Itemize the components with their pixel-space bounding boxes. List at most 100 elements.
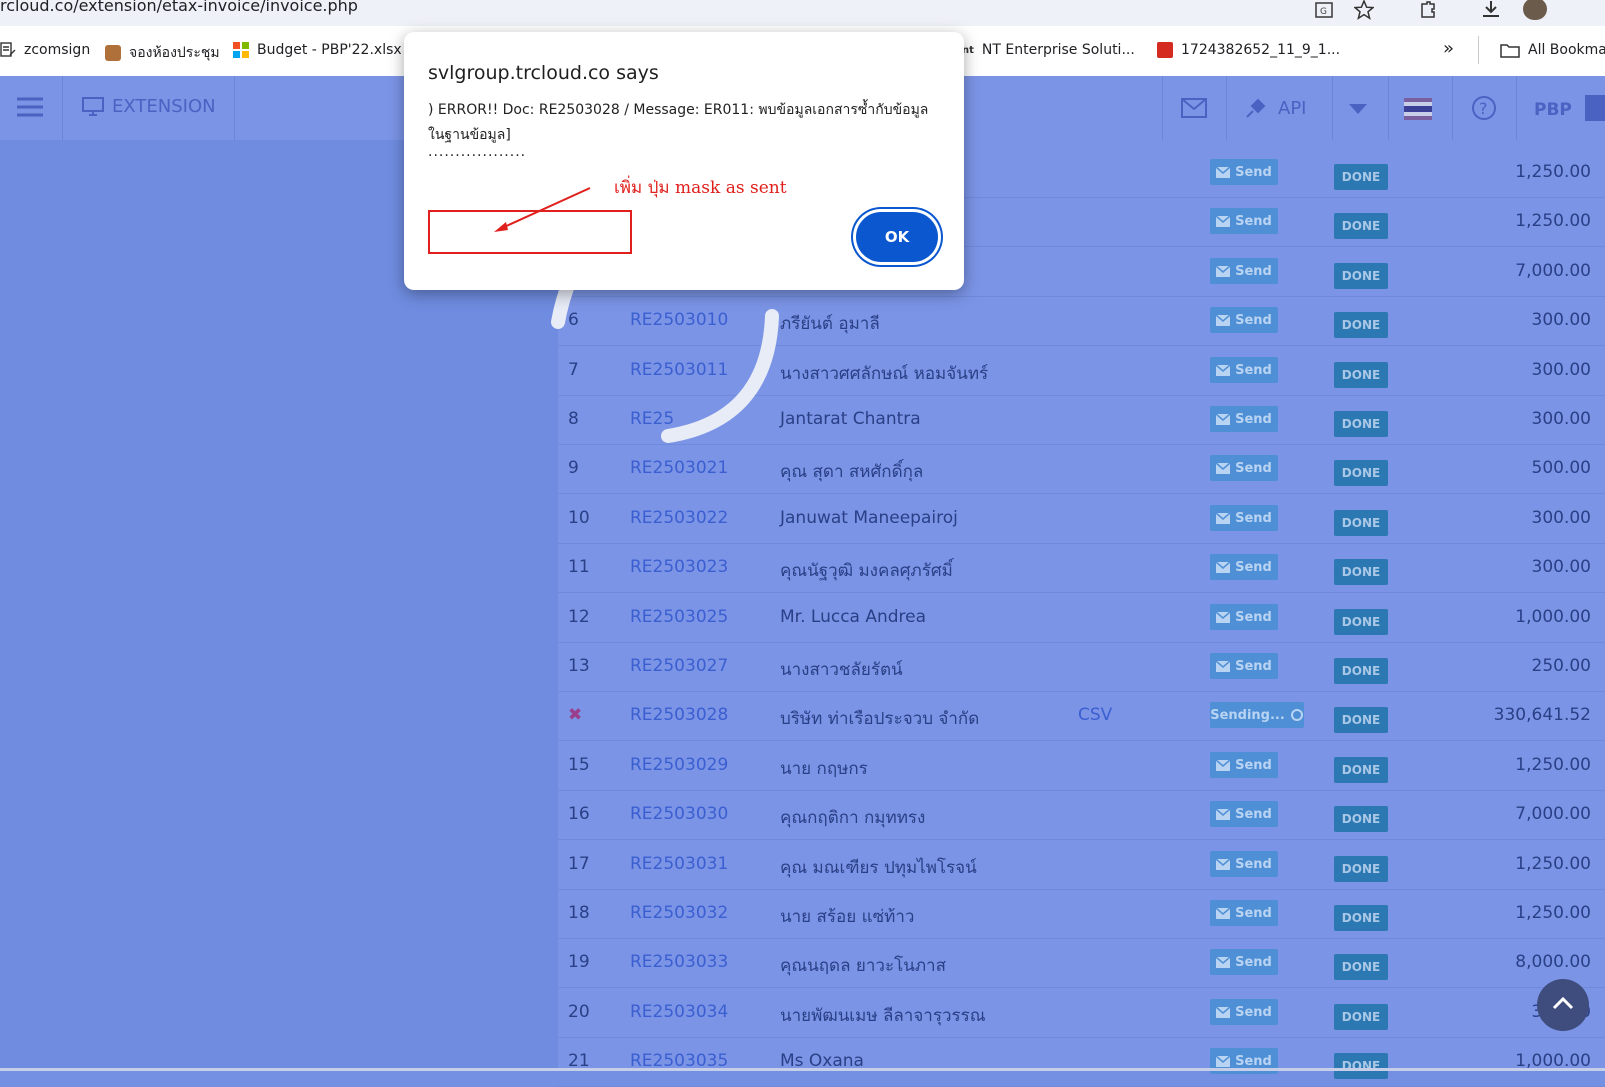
building-icon[interactable] xyxy=(1583,95,1605,121)
doc-number-link[interactable]: RE2503028 xyxy=(630,705,728,725)
send-button[interactable]: Send xyxy=(1210,604,1278,630)
send-label: Send xyxy=(1235,806,1272,822)
doc-number-link[interactable]: RE2503023 xyxy=(630,557,728,577)
help-icon[interactable]: ? xyxy=(1471,95,1497,121)
bookmark-meeting-room[interactable]: จองห้องประชุม xyxy=(105,42,220,64)
envelope-icon xyxy=(1216,364,1231,376)
monitor-icon xyxy=(82,96,104,116)
api-menu[interactable]: API xyxy=(1244,96,1306,120)
doc-number-link[interactable]: RE2503032 xyxy=(630,903,728,923)
user-label[interactable]: PBP xyxy=(1534,100,1572,120)
send-button[interactable]: Send xyxy=(1210,159,1278,185)
download-icon[interactable] xyxy=(1480,0,1502,20)
scroll-to-top-button[interactable] xyxy=(1537,979,1589,1031)
dialog-message-line2: ในฐานข้อมูล] xyxy=(428,127,511,143)
done-badge: DONE xyxy=(1334,658,1388,684)
done-badge: DONE xyxy=(1334,460,1388,486)
amount: 7,000.00 xyxy=(1515,261,1591,281)
dialog-title: svlgroup.trcloud.co says xyxy=(428,62,659,84)
url-text[interactable]: rcloud.co/extension/etax-invoice/invoice… xyxy=(0,0,358,15)
row-number: 17 xyxy=(568,854,590,874)
amount: 8,000.00 xyxy=(1515,952,1591,972)
error-x-icon[interactable]: ✖ xyxy=(568,705,582,725)
send-button[interactable]: Send xyxy=(1210,357,1278,383)
done-badge: DONE xyxy=(1334,510,1388,536)
hamburger-menu-icon[interactable] xyxy=(17,96,43,118)
send-button[interactable]: Send xyxy=(1210,949,1278,975)
row-number: 20 xyxy=(568,1002,590,1022)
send-button[interactable]: Send xyxy=(1210,505,1278,531)
doc-number-link[interactable]: RE2503021 xyxy=(630,458,728,478)
more-bookmarks-button[interactable]: » xyxy=(1443,38,1454,59)
browser-url-bar[interactable]: rcloud.co/extension/etax-invoice/invoice… xyxy=(0,0,1605,26)
all-bookmarks-folder[interactable]: All Bookma xyxy=(1500,42,1605,58)
send-button[interactable]: Send xyxy=(1210,900,1278,926)
send-button[interactable]: Send xyxy=(1210,999,1278,1025)
refresh-icon xyxy=(1290,709,1303,721)
sending-label: Sending... xyxy=(1210,707,1285,723)
extension-menu[interactable]: EXTENSION xyxy=(82,96,216,117)
table-row: 15 RE2503029 นาย กฤษกร Send DONE 1,250.00 xyxy=(558,741,1605,791)
done-badge: DONE xyxy=(1334,905,1388,931)
done-badge: DONE xyxy=(1334,707,1388,733)
customer-name: นาย กฤษกร xyxy=(780,759,868,779)
table-row: 19 RE2503033 คุณนฤดล ยาวะโนภาส Send DONE 8,00… xyxy=(558,938,1605,988)
send-button[interactable]: Send xyxy=(1210,801,1278,827)
csv-link[interactable]: CSV xyxy=(1078,705,1112,725)
doc-number-link[interactable]: RE2503033 xyxy=(630,952,728,972)
doc-number-link[interactable]: RE2503029 xyxy=(630,755,728,775)
doc-number-link[interactable]: RE2503025 xyxy=(630,607,728,627)
translate-icon[interactable]: G xyxy=(1314,1,1336,21)
extensions-icon[interactable] xyxy=(1418,0,1438,20)
send-button[interactable]: Send xyxy=(1210,307,1278,333)
customer-name: นายพัฒนเมษ ลีลาจารุวรรณ xyxy=(780,1006,986,1026)
send-button[interactable]: Send xyxy=(1210,455,1278,481)
send-button[interactable]: Send xyxy=(1210,258,1278,284)
done-badge: DONE xyxy=(1334,806,1388,832)
send-button[interactable]: Send xyxy=(1210,406,1278,432)
bookmark-budget[interactable]: Budget - PBP'22.xlsx xyxy=(233,42,402,58)
doc-number-link[interactable]: RE2503034 xyxy=(630,1002,728,1022)
done-badge: DONE xyxy=(1334,263,1388,289)
amount: 300.00 xyxy=(1531,409,1591,429)
svg-text:G: G xyxy=(1320,7,1327,17)
star-icon[interactable] xyxy=(1354,0,1374,20)
doc-number-link[interactable]: RE2503030 xyxy=(630,804,728,824)
plug-icon xyxy=(1246,98,1266,118)
send-label: Send xyxy=(1235,757,1272,773)
send-button[interactable]: Send xyxy=(1210,208,1278,234)
bookmark-zcomsign[interactable]: zcomsign xyxy=(0,42,90,58)
send-label: Send xyxy=(1235,312,1272,328)
done-badge: DONE xyxy=(1334,1053,1388,1079)
sending-button[interactable]: Sending... xyxy=(1210,702,1304,728)
caret-down-icon[interactable] xyxy=(1349,104,1367,116)
customer-name: Januwat Maneepairoj xyxy=(780,508,958,528)
row-number: 9 xyxy=(568,458,579,478)
customer-name: นาย สร้อย แซ่ท้าว xyxy=(780,907,915,927)
bookmark-pdf[interactable]: 1724382652_11_9_1... xyxy=(1157,42,1340,58)
send-button[interactable]: Send xyxy=(1210,752,1278,778)
envelope-icon xyxy=(1216,413,1231,425)
ok-button[interactable]: OK xyxy=(856,212,938,262)
customer-name: Mr. Lucca Andrea xyxy=(780,607,927,627)
customer-name: Jantarat Chantra xyxy=(780,409,921,429)
table-row: 17 RE2503031 คุณ มณเฑียร ปทุมไพโรจน์ Send DO… xyxy=(558,840,1605,890)
envelope-icon xyxy=(1216,215,1231,227)
send-button[interactable]: Send xyxy=(1210,653,1278,679)
doc-number-link[interactable]: RE2503031 xyxy=(630,854,728,874)
profile-avatar[interactable] xyxy=(1523,0,1547,20)
header-divider xyxy=(1516,76,1517,140)
amount: 1,250.00 xyxy=(1515,903,1591,923)
table-row: 16 RE2503030 คุณกฤติกา กมุททรง Send DONE 7,00… xyxy=(558,790,1605,840)
amount: 300.00 xyxy=(1531,508,1591,528)
send-button[interactable]: Send xyxy=(1210,851,1278,877)
header-divider xyxy=(1332,76,1333,140)
send-button[interactable]: Send xyxy=(1210,554,1278,580)
amount: 1,250.00 xyxy=(1515,854,1591,874)
doc-number-link[interactable]: RE2503022 xyxy=(630,508,728,528)
send-label: Send xyxy=(1235,1004,1272,1020)
bookmark-nt-enterprise[interactable]: nt NT Enterprise Soluti... xyxy=(962,42,1135,58)
thai-flag-icon[interactable] xyxy=(1404,98,1432,120)
doc-number-link[interactable]: RE2503027 xyxy=(630,656,728,676)
mail-icon[interactable] xyxy=(1181,98,1207,118)
